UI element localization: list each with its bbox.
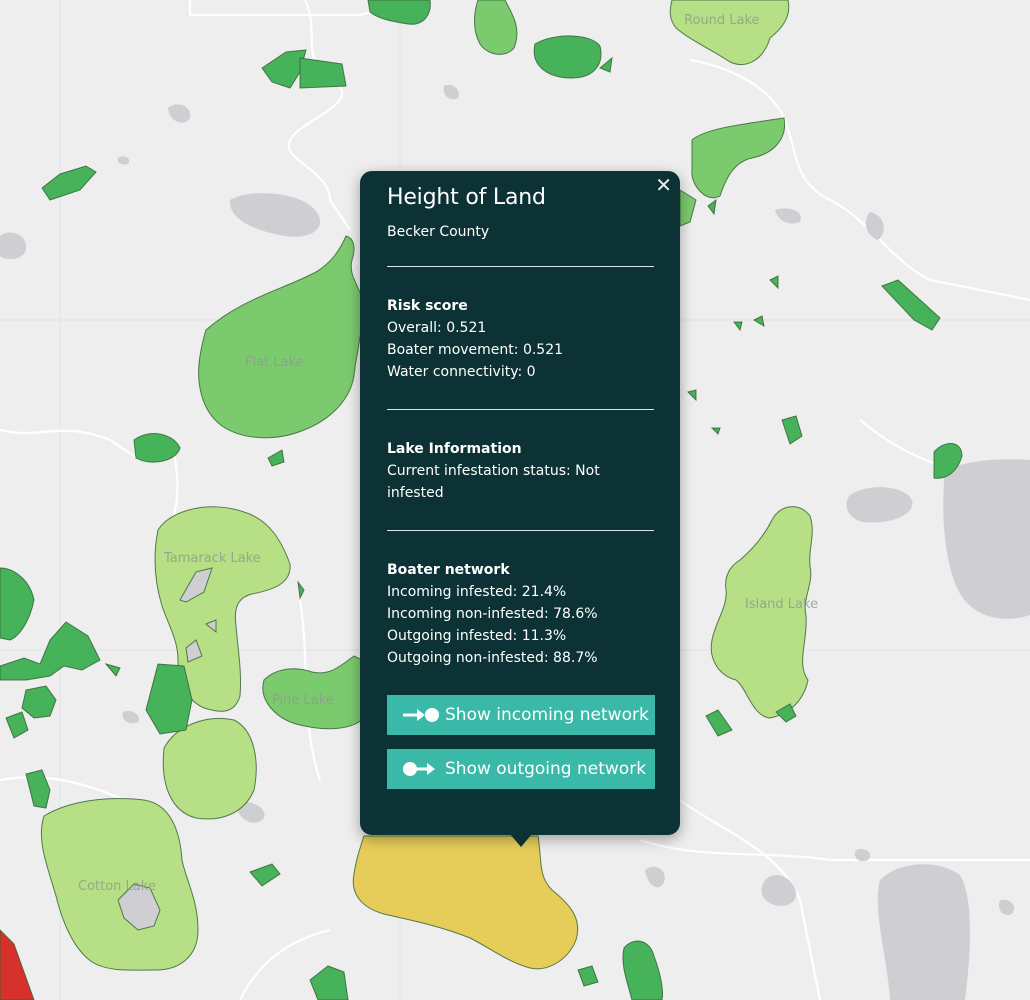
incoming-infested: Incoming infested: 21.4% <box>387 584 567 600</box>
label-island-lake: Island Lake <box>745 597 818 612</box>
incoming-non-infested: Incoming non-infested: 78.6% <box>387 606 598 622</box>
outgoing-arrow-icon <box>403 762 435 776</box>
show-outgoing-network-button[interactable]: Show outgoing network <box>387 749 655 789</box>
risk-boater-movement: Boater movement: 0.521 <box>387 342 564 358</box>
boater-network-heading: Boater network <box>387 562 510 578</box>
lake-information-heading: Lake Information <box>387 441 522 457</box>
show-incoming-network-label: Show incoming network <box>445 705 649 725</box>
risk-score-heading: Risk score <box>387 298 468 314</box>
label-round-lake: Round Lake <box>684 13 760 28</box>
show-outgoing-network-label: Show outgoing network <box>445 759 647 779</box>
risk-score-section: Risk score Overall: 0.521 Boater movemen… <box>387 267 654 409</box>
incoming-arrow-icon <box>403 708 439 722</box>
lake-flat-lake[interactable] <box>198 235 363 439</box>
label-pine-lake: Pine Lake <box>272 693 334 708</box>
label-tamarack-lake: Tamarack Lake <box>163 551 261 566</box>
lake-info-popup: ✕ Height of Land Becker County Risk scor… <box>360 171 680 835</box>
lake-round-lake[interactable] <box>669 0 790 65</box>
show-incoming-network-button[interactable]: Show incoming network <box>387 695 655 735</box>
popup-title: Height of Land <box>387 185 546 210</box>
lake-height-of-land[interactable] <box>352 835 579 970</box>
label-cotton-lake: Cotton Lake <box>78 879 156 894</box>
close-icon[interactable]: ✕ <box>655 174 672 196</box>
outgoing-non-infested: Outgoing non-infested: 88.7% <box>387 650 598 666</box>
lake-information-section: Lake Information Current infestation sta… <box>387 410 654 530</box>
label-flat-lake: Flat Lake <box>245 355 304 370</box>
risk-overall: Overall: 0.521 <box>387 320 487 336</box>
boater-network-section: Boater network Incoming infested: 21.4% … <box>387 531 654 681</box>
outgoing-infested: Outgoing infested: 11.3% <box>387 628 567 644</box>
lake-island-lake[interactable] <box>710 506 813 719</box>
popup-pointer <box>510 834 532 847</box>
infestation-status: Current infestation status: Not infested <box>387 463 600 501</box>
county-name: Becker County <box>387 224 490 240</box>
risk-water-connectivity: Water connectivity: 0 <box>387 364 536 380</box>
